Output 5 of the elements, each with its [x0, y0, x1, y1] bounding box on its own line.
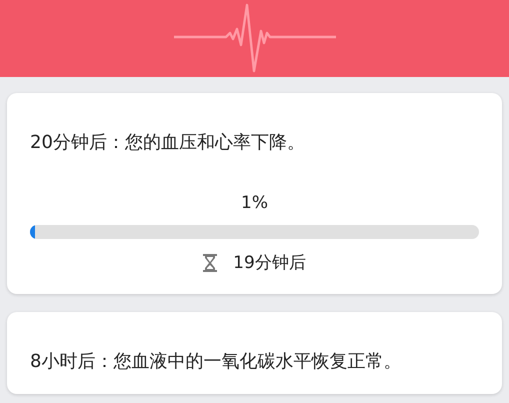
hourglass-icon: [203, 254, 218, 272]
milestone-text: 20分钟后：您的血压和心率下降。: [30, 131, 306, 155]
progress-percent: 1%: [240, 193, 269, 213]
time-remaining: 19分钟后: [233, 252, 306, 274]
milestone-text: 8小时后：您血液中的一氧化碳水平恢复正常。: [30, 350, 402, 374]
